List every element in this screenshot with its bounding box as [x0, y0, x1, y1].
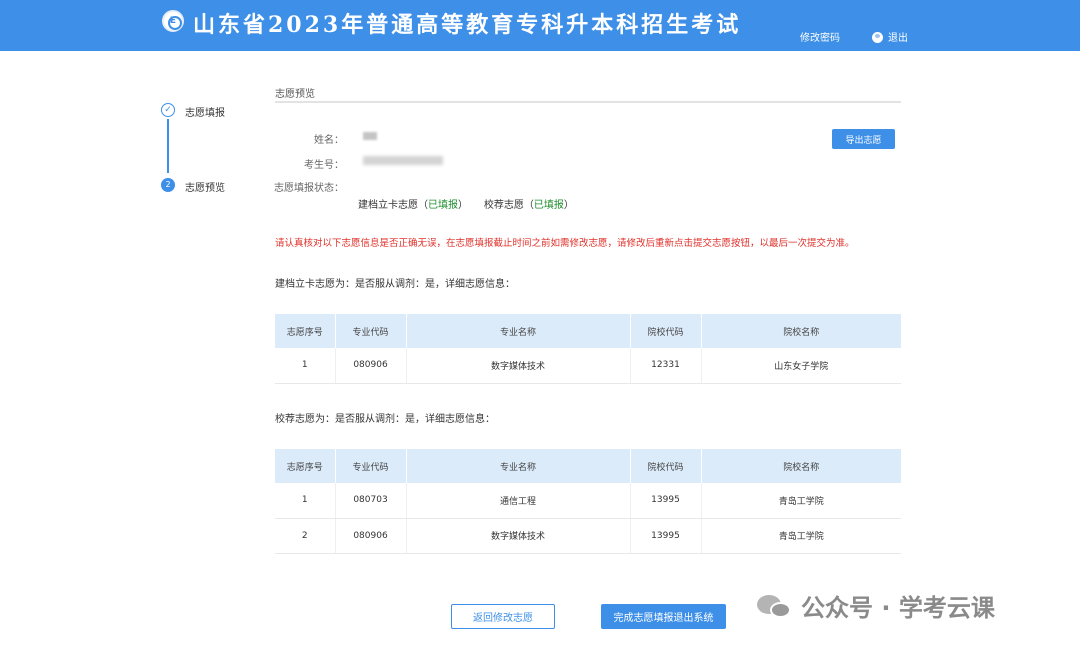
cell-school-name: 青岛工学院 [701, 518, 901, 554]
school-status-badge: 已填报 [533, 200, 564, 211]
candidate-id-label: 考生号： [304, 160, 344, 171]
col-header-major-code: 专业代码 [335, 314, 407, 348]
user-icon [872, 32, 883, 43]
col-header-major-name: 专业名称 [406, 314, 631, 348]
cell-school-name: 山东女子学院 [701, 348, 901, 384]
exam-logo-icon: E [162, 10, 184, 32]
cell-school-code: 13995 [630, 518, 702, 554]
step-number: 2 [161, 178, 175, 192]
cell-major-code: 080703 [335, 483, 407, 519]
col-header-order: 志愿序号 [275, 314, 336, 348]
wechat-icon [757, 592, 793, 620]
cell-order: 1 [275, 348, 336, 384]
card-volunteer-title: 建档立卡志愿为：是否服从调剂：是，详细志愿信息： [275, 279, 515, 290]
back-modify-button[interactable]: 返回修改志愿 [451, 604, 555, 629]
school-volunteer-title: 校荐志愿为：是否服从调剂：是，详细志愿信息： [275, 414, 495, 425]
col-header-major-name: 专业名称 [406, 449, 631, 483]
table-row: 1 080906 数字媒体技术 12331 山东女子学院 [275, 348, 901, 384]
logo-letter: E [169, 16, 177, 26]
col-header-school-code: 院校代码 [630, 449, 702, 483]
col-header-school-name: 院校名称 [701, 314, 901, 348]
paren-close: ） [458, 200, 468, 211]
section-divider [275, 101, 901, 103]
section-title: 志愿预览 [275, 89, 315, 100]
top-header: E 山东省2023年普通高等教育专科升本科招生考试 修改密码 退出 [0, 0, 1080, 51]
candidate-id-redacted [363, 156, 443, 165]
check-icon: ✓ [161, 103, 175, 117]
cell-major-code: 080906 [335, 518, 407, 554]
cell-order: 2 [275, 518, 336, 554]
col-header-order: 志愿序号 [275, 449, 336, 483]
cell-major-name: 数字媒体技术 [406, 518, 631, 554]
table-header-row: 志愿序号 专业代码 专业名称 院校代码 院校名称 [275, 314, 901, 348]
step-label: 志愿预览 [185, 183, 225, 194]
col-header-school-code: 院校代码 [630, 314, 702, 348]
site-title: 山东省2023年普通高等教育专科升本科招生考试 [193, 12, 742, 38]
school-volunteer-label: 校荐志愿（ [483, 200, 534, 211]
school-volunteer-table: 志愿序号 专业代码 专业名称 院校代码 院校名称 1 080703 通信工程 1… [275, 449, 901, 554]
export-volunteer-button[interactable]: 导出志愿 [832, 129, 895, 149]
col-header-major-code: 专业代码 [335, 449, 407, 483]
watermark-text: 公众号 · 学考云课 [801, 594, 995, 622]
table-row: 1 080703 通信工程 13995 青岛工学院 [275, 483, 901, 519]
cell-order: 1 [275, 483, 336, 519]
table-row: 2 080906 数字媒体技术 13995 青岛工学院 [275, 518, 901, 554]
finish-exit-button[interactable]: 完成志愿填报退出系统 [601, 604, 726, 629]
cell-school-code: 13995 [630, 483, 702, 519]
table-header-row: 志愿序号 专业代码 专业名称 院校代码 院校名称 [275, 449, 901, 483]
step-label: 志愿填报 [185, 108, 225, 119]
step-connector [167, 119, 169, 173]
cell-major-name: 通信工程 [406, 483, 631, 519]
cell-school-code: 12331 [630, 348, 702, 384]
status-label: 志愿填报状态： [274, 183, 344, 194]
card-status-badge: 已填报 [428, 200, 458, 211]
paren-close: ） [563, 200, 574, 211]
cell-major-code: 080906 [335, 348, 407, 384]
logout-link[interactable]: 退出 [872, 29, 908, 44]
notice-text: 请认真核对以下志愿信息是否正确无误，在志愿填报截止时间之前如需修改志愿，请修改后… [275, 238, 855, 249]
card-volunteer-table: 志愿序号 专业代码 专业名称 院校代码 院校名称 1 080906 数字媒体技术… [275, 314, 901, 384]
cell-major-name: 数字媒体技术 [406, 348, 631, 384]
watermark: 公众号 · 学考云课 [757, 588, 995, 623]
cell-school-name: 青岛工学院 [701, 483, 901, 519]
status-values: 建档立卡志愿（已填报） 校荐志愿（已填报） [358, 196, 574, 211]
change-password-link[interactable]: 修改密码 [800, 29, 840, 44]
col-header-school-name: 院校名称 [701, 449, 901, 483]
name-label: 姓名： [314, 135, 344, 146]
card-volunteer-label: 建档立卡志愿（ [358, 200, 428, 211]
name-value-redacted [363, 132, 377, 140]
logout-label: 退出 [888, 33, 908, 44]
